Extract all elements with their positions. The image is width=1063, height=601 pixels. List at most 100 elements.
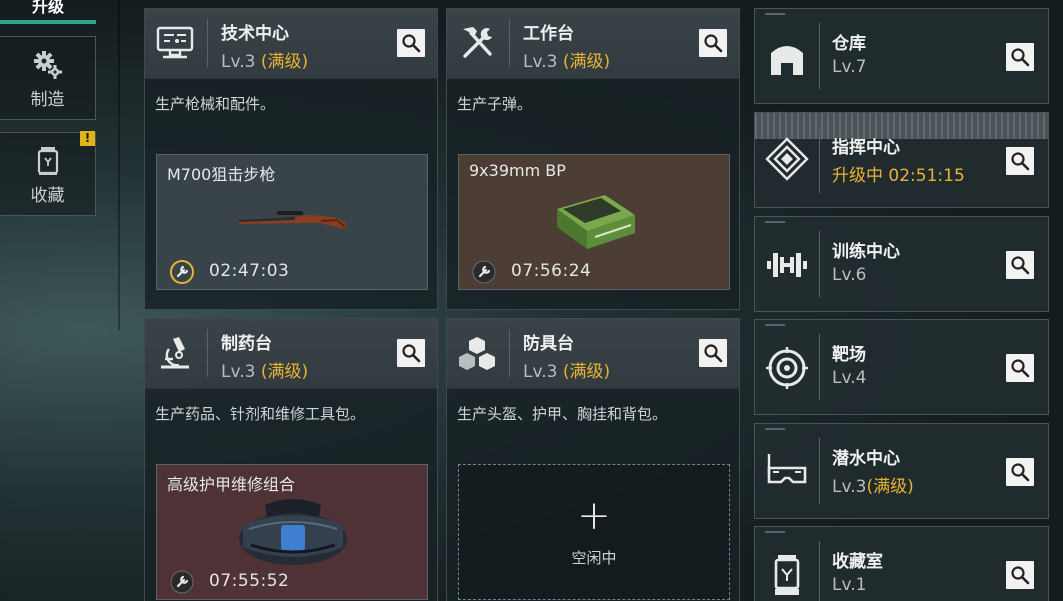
product-name: 9x39mm BP — [469, 161, 566, 180]
facility-level: Lv.7 — [832, 57, 867, 77]
max-level-label: (满级) — [260, 362, 309, 382]
row-divider — [819, 334, 820, 400]
gear-icon — [33, 51, 62, 79]
facility-warehouse[interactable]: 仓库 Lv.7 — [754, 8, 1049, 104]
production-timer: 07:56:24 — [511, 261, 592, 281]
product-name: 高级护甲维修组合 — [167, 475, 296, 494]
facility-title: 收藏室 — [832, 552, 883, 572]
station-level: Lv.3 (满级) — [523, 52, 611, 72]
facility-title: 指挥中心 — [832, 138, 900, 158]
search-icon — [1011, 152, 1030, 171]
production-slot[interactable]: 高级护甲维修组合 07:55:52 — [156, 464, 428, 600]
target-icon — [766, 347, 808, 389]
wrench-icon — [472, 260, 496, 284]
nav-item-label: 收藏 — [30, 186, 65, 206]
empty-production-slot[interactable]: + 空闲中 — [458, 464, 730, 600]
row-tick — [765, 13, 785, 15]
station-title: 防具台 — [523, 334, 574, 354]
command-icon — [765, 137, 809, 181]
row-divider — [819, 541, 820, 601]
warehouse-icon — [771, 46, 803, 75]
max-level-label: (满级) — [260, 52, 309, 72]
facility-title: 仓库 — [832, 34, 866, 54]
clock-wrench-icon — [170, 260, 194, 284]
inspect-button[interactable] — [1006, 354, 1034, 382]
station-card-workbench[interactable]: 工作台 Lv.3 (满级) 生产子弹。 9x39mm BP 07:56:24 — [446, 8, 740, 310]
facility-training-center[interactable]: 训练中心 Lv.6 — [754, 216, 1049, 312]
facility-title: 训练中心 — [832, 242, 900, 262]
inspect-button[interactable] — [699, 339, 727, 367]
inspect-button[interactable] — [1006, 147, 1034, 175]
ammo-box-image — [557, 195, 635, 249]
station-description: 生产药品、针剂和维修工具包。 — [155, 405, 366, 423]
station-card-pharmacy[interactable]: 制药台 Lv.3 (满级) 生产药品、针剂和维修工具包。 高级护甲维修组合 07… — [144, 318, 438, 601]
station-description: 生产枪械和配件。 — [155, 95, 276, 113]
facility-level: Lv.1 — [832, 575, 867, 595]
search-icon — [1011, 463, 1030, 482]
search-icon — [402, 344, 421, 363]
facility-command-center[interactable]: 指挥中心 升级中 02:51:15 — [754, 112, 1049, 208]
station-title: 工作台 — [523, 24, 574, 44]
search-icon — [704, 344, 723, 363]
add-icon: + — [577, 493, 611, 539]
production-timer: 02:47:03 — [209, 261, 290, 281]
row-divider — [819, 127, 820, 193]
station-card-armor-bench[interactable]: 防具台 Lv.3 (满级) 生产头盔、护甲、胸挂和背包。 + 空闲中 — [446, 318, 740, 601]
row-divider — [819, 438, 820, 504]
facility-title: 靶场 — [832, 345, 866, 365]
station-level: Lv.3 (满级) — [523, 362, 611, 382]
max-level-label: (满级) — [562, 52, 611, 72]
collection-icon — [37, 147, 58, 175]
production-timer: 07:55:52 — [209, 571, 290, 591]
inspect-button[interactable] — [1006, 251, 1034, 279]
facility-level: Lv.3(满级) — [832, 477, 914, 497]
facility-collection-room[interactable]: 收藏室 Lv.1 — [754, 526, 1049, 601]
nav-divider — [118, 0, 120, 330]
computer-icon — [156, 26, 194, 59]
nav-tab-upgrade[interactable]: 升级 — [0, 0, 96, 20]
inspect-button[interactable] — [397, 339, 425, 367]
inspect-button[interactable] — [397, 29, 425, 57]
inspect-button[interactable] — [699, 29, 727, 57]
production-slot[interactable]: M700狙击步枪 02:47:03 — [156, 154, 428, 290]
production-slot[interactable]: 9x39mm BP 07:56:24 — [458, 154, 730, 290]
search-icon — [1011, 48, 1030, 67]
alert-badge: ! — [80, 131, 95, 146]
wrench-icon — [170, 570, 194, 594]
upgrade-stripes — [755, 113, 1048, 139]
station-card-tech-center[interactable]: 技术中心 Lv.3 (满级) 生产枪械和配件。 M700狙击步枪 02:47:0… — [144, 8, 438, 310]
station-title: 制药台 — [221, 334, 272, 354]
search-icon — [1011, 566, 1030, 585]
inspect-button[interactable] — [1006, 43, 1034, 71]
repair-bag-image — [239, 499, 347, 565]
station-header: 工作台 Lv.3 (满级) — [447, 9, 739, 79]
row-tick — [765, 324, 785, 326]
nav-item-label: 制造 — [30, 90, 65, 110]
facility-level: Lv.4 — [832, 368, 867, 388]
blocks-icon — [459, 337, 495, 370]
station-description: 生产子弹。 — [457, 95, 533, 113]
row-tick — [765, 531, 785, 533]
dumbbell-icon — [767, 253, 807, 277]
header-divider — [207, 329, 208, 377]
facility-level: Lv.6 — [832, 265, 867, 285]
max-level-label: (满级) — [866, 477, 914, 497]
nav-item-craft[interactable]: 制造 — [0, 36, 96, 120]
sniper-rifle-image — [239, 211, 347, 229]
facility-diving-center[interactable]: 潜水中心 Lv.3(满级) — [754, 423, 1049, 519]
nav-active-indicator — [0, 20, 96, 24]
station-level: Lv.3 (满级) — [221, 52, 309, 72]
row-tick — [765, 221, 785, 223]
inspect-button[interactable] — [1006, 561, 1034, 589]
product-name: M700狙击步枪 — [167, 165, 276, 184]
search-icon — [1011, 359, 1030, 378]
inspect-button[interactable] — [1006, 458, 1034, 486]
station-header: 技术中心 Lv.3 (满级) — [145, 9, 437, 79]
station-title: 技术中心 — [221, 24, 289, 44]
header-divider — [509, 19, 510, 67]
search-icon — [402, 34, 421, 53]
display-case-icon — [774, 555, 800, 595]
facility-shooting-range[interactable]: 靶场 Lv.4 — [754, 319, 1049, 415]
facility-title: 潜水中心 — [832, 449, 900, 469]
row-divider — [819, 23, 820, 89]
